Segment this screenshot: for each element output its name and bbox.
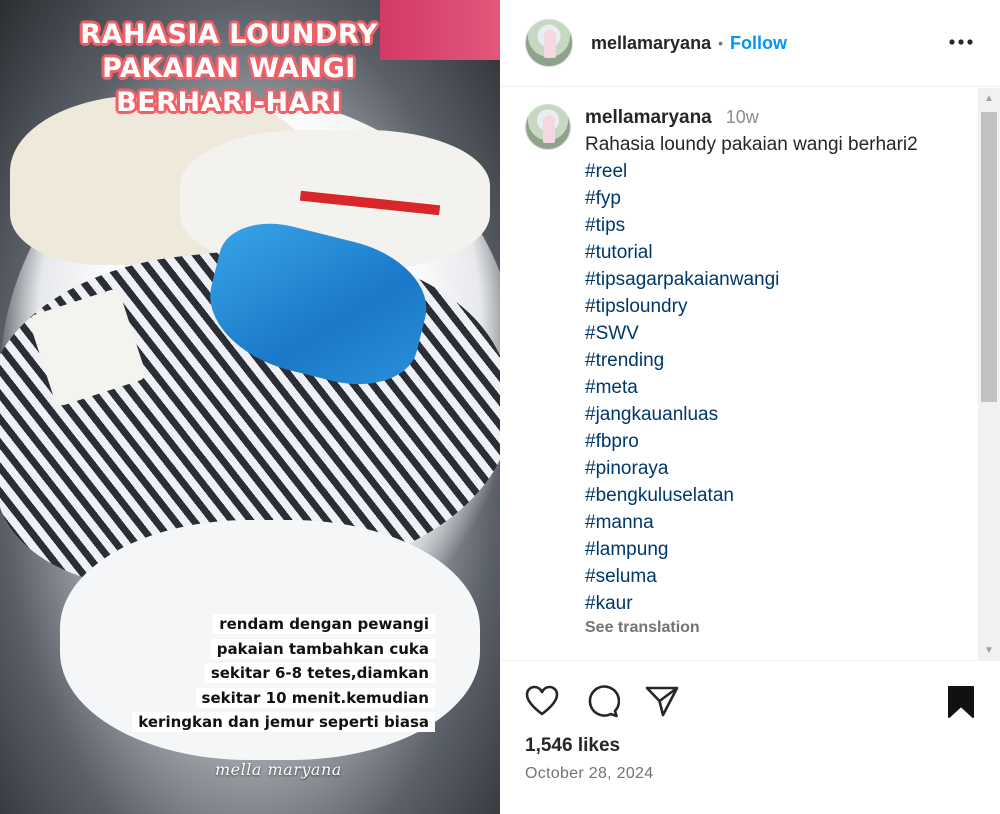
more-options-icon[interactable] bbox=[948, 32, 974, 52]
post-caption: mellamaryana 10w Rahasia loundy pakaian … bbox=[500, 88, 978, 639]
avatar-figure bbox=[544, 30, 556, 58]
video-caption-line: pakaian tambahkan cuka bbox=[210, 638, 435, 659]
avatar[interactable] bbox=[525, 19, 573, 67]
post-media[interactable]: RAHASIA LOUNDRY PAKAIAN WANGI BERHARI-HA… bbox=[0, 0, 500, 814]
video-caption-line: keringkan dan jemur seperti biasa bbox=[132, 712, 435, 732]
video-caption-line: rendam dengan pewangi bbox=[213, 614, 435, 634]
video-title-line: PAKAIAN WANGI bbox=[102, 53, 356, 84]
post-date[interactable]: October 28, 2024 bbox=[525, 765, 653, 783]
hashtag-link[interactable]: #pinoraya bbox=[585, 455, 918, 482]
caption-time[interactable]: 10w bbox=[726, 104, 759, 131]
hashtag-link[interactable]: #trending bbox=[585, 347, 918, 374]
heart-icon[interactable] bbox=[524, 683, 560, 719]
video-title-line: BERHARI-HARI bbox=[116, 87, 342, 118]
video-title-line: RAHASIA LOUNDRY bbox=[80, 19, 378, 50]
comment-icon[interactable] bbox=[584, 683, 620, 719]
post-header: mellamaryana • Follow bbox=[500, 0, 1000, 87]
likes-count[interactable]: 1,546 likes bbox=[525, 735, 620, 757]
caption-username[interactable]: mellamaryana bbox=[585, 104, 712, 131]
send-icon[interactable] bbox=[644, 683, 680, 719]
hashtag-link[interactable]: #bengkuluselatan bbox=[585, 482, 918, 509]
hashtag-link[interactable]: #kaur bbox=[585, 590, 918, 617]
hashtag-link[interactable]: #jangkauanluas bbox=[585, 401, 918, 428]
caption-meta: mellamaryana 10w bbox=[585, 104, 918, 131]
header-username[interactable]: mellamaryana bbox=[591, 33, 711, 54]
hashtag-link[interactable]: #meta bbox=[585, 374, 918, 401]
hashtag-list: #reel #fyp #tips #tutorial #tipsagarpakaianw… bbox=[585, 158, 918, 617]
pink-packaging bbox=[380, 0, 500, 60]
caption-text: Rahasia loundy pakaian wangi berhari2 bbox=[585, 134, 918, 155]
see-translation-link[interactable]: See translation bbox=[585, 617, 918, 639]
watermark: mella maryana bbox=[215, 760, 342, 779]
hashtag-link[interactable]: #tutorial bbox=[585, 239, 918, 266]
hashtag-link[interactable]: #fbpro bbox=[585, 428, 918, 455]
bookmark-icon[interactable] bbox=[946, 685, 976, 719]
hashtag-link[interactable]: #lampung bbox=[585, 536, 918, 563]
video-caption: rendam dengan pewangi pakaian tambahkan … bbox=[105, 612, 435, 735]
hashtag-link[interactable]: #seluma bbox=[585, 563, 918, 590]
hashtag-link[interactable]: #SWV bbox=[585, 320, 918, 347]
caption-avatar[interactable] bbox=[525, 104, 571, 150]
follow-button[interactable]: Follow bbox=[730, 33, 787, 54]
scrollbar-thumb[interactable] bbox=[981, 112, 997, 402]
hashtag-link[interactable]: #manna bbox=[585, 509, 918, 536]
hashtag-link[interactable]: #reel bbox=[585, 158, 918, 185]
comments-area[interactable]: mellamaryana 10w Rahasia loundy pakaian … bbox=[500, 88, 978, 660]
video-title: RAHASIA LOUNDRY PAKAIAN WANGI BERHARI-HA… bbox=[68, 18, 390, 120]
scroll-up-arrow-icon[interactable]: ▲ bbox=[978, 88, 1000, 108]
video-caption-line: sekitar 10 menit.kemudian bbox=[195, 687, 435, 708]
video-caption-line: sekitar 6-8 tetes,diamkan bbox=[204, 663, 435, 683]
action-bar: 1,546 likes October 28, 2024 bbox=[500, 660, 1000, 814]
separator-dot: • bbox=[718, 35, 723, 51]
scroll-down-arrow-icon[interactable]: ▼ bbox=[978, 640, 1000, 660]
hashtag-link[interactable]: #tipsagarpakaianwangi bbox=[585, 266, 918, 293]
hashtag-link[interactable]: #fyp bbox=[585, 185, 918, 212]
scrollbar[interactable]: ▲ ▼ bbox=[978, 88, 1000, 660]
action-icons bbox=[524, 683, 680, 719]
avatar-figure bbox=[543, 115, 555, 143]
hashtag-link[interactable]: #tipsloundry bbox=[585, 293, 918, 320]
caption-body: mellamaryana 10w Rahasia loundy pakaian … bbox=[585, 104, 918, 639]
hashtag-link[interactable]: #tips bbox=[585, 212, 918, 239]
